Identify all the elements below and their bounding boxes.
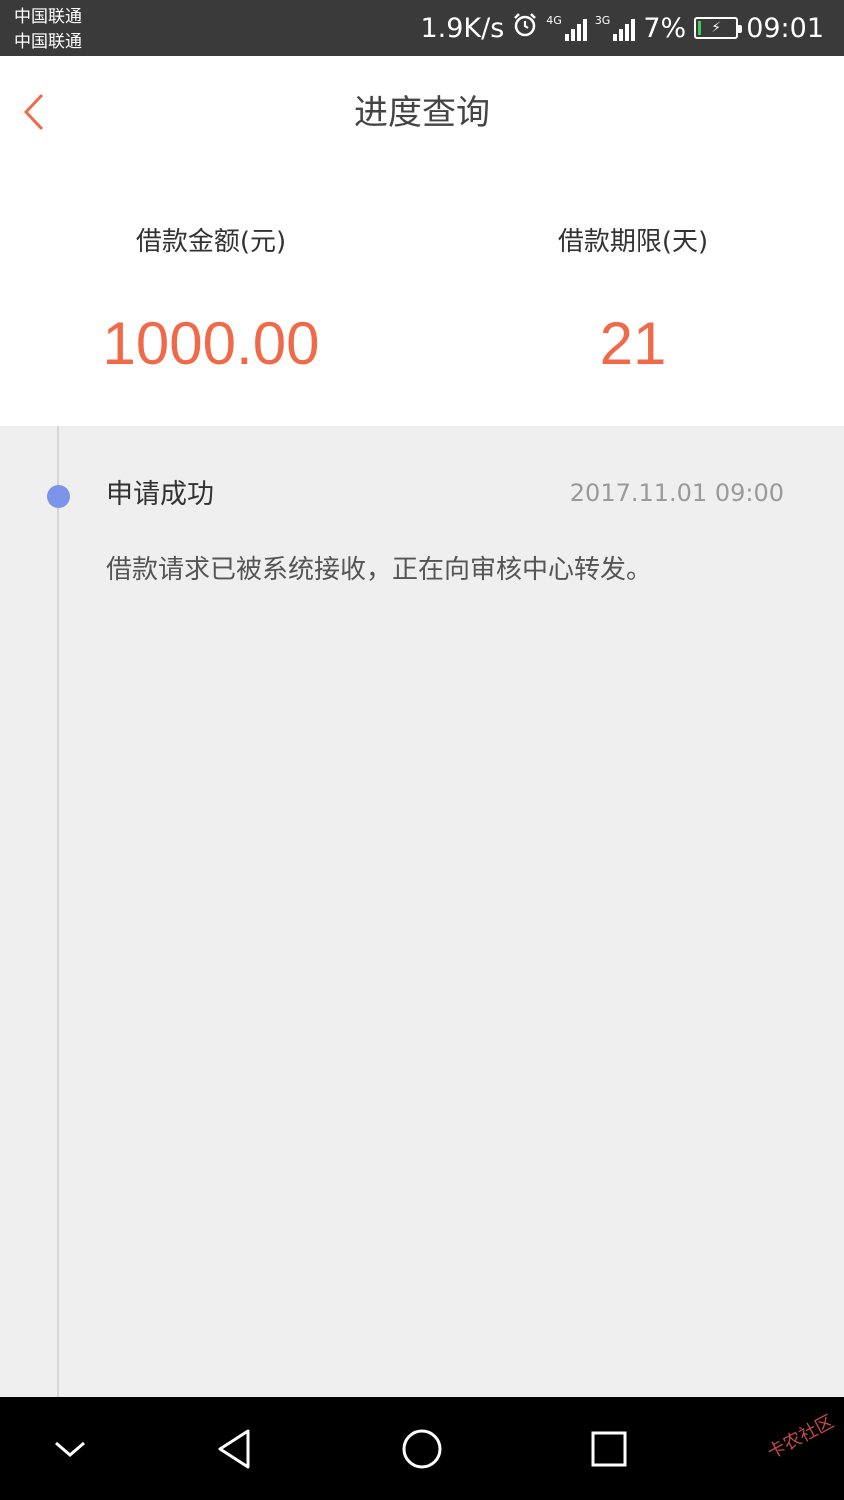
signal-3g-icon: 3G xyxy=(595,15,636,41)
carrier-info: 中国联通 中国联通 xyxy=(14,5,82,55)
loan-amount-block: 借款金额(元) 1000.00 xyxy=(0,224,422,380)
battery-percent: 7% xyxy=(643,12,687,44)
event-title: 申请成功 xyxy=(106,479,214,510)
status-bar: 中国联通 中国联通 1.9K/s 4G 3G 7% ⚡ 09:01 xyxy=(0,0,844,56)
nav-recents-button[interactable] xyxy=(579,1419,639,1479)
back-triangle-icon xyxy=(218,1429,250,1469)
recents-square-icon xyxy=(591,1431,627,1467)
home-circle-icon xyxy=(402,1429,442,1469)
nav-home-button[interactable] xyxy=(392,1419,452,1479)
timeline-dot xyxy=(47,485,70,508)
progress-timeline: 申请成功 2017.11.01 09:00 借款请求已被系统接收，正在向审核中心… xyxy=(0,426,844,1397)
signal-3g-label: 3G xyxy=(594,14,611,27)
carrier-name-2: 中国联通 xyxy=(14,32,82,52)
charging-bolt-icon: ⚡ xyxy=(711,20,722,36)
timeline-line xyxy=(57,426,59,1397)
status-icons: 1.9K/s 4G 3G 7% ⚡ 09:01 xyxy=(420,0,824,56)
loan-term-block: 借款期限(天) 21 xyxy=(422,224,844,380)
event-description: 借款请求已被系统接收，正在向审核中心转发。 xyxy=(106,555,653,585)
battery-charging-icon: ⚡ xyxy=(694,17,743,39)
alarm-icon xyxy=(512,12,538,45)
loan-summary-panel: 进度查询 借款金额(元) 1000.00 借款期限(天) 21 xyxy=(0,56,844,426)
system-nav-bar: 卡农社区 xyxy=(0,1397,844,1500)
net-speed: 1.9K/s xyxy=(420,12,505,44)
carrier-name-1: 中国联通 xyxy=(14,7,82,27)
loan-term-label: 借款期限(天) xyxy=(557,227,709,257)
event-time: 2017.11.01 09:00 xyxy=(569,479,784,507)
signal-4g-icon: 4G xyxy=(546,15,587,41)
signal-4g-label: 4G xyxy=(546,14,562,27)
collapse-icon xyxy=(55,1441,85,1457)
loan-amount-label: 借款金额(元) xyxy=(135,227,287,257)
loan-amount-value: 1000.00 xyxy=(102,310,320,377)
loan-term-value: 21 xyxy=(599,310,667,377)
nav-back-button[interactable] xyxy=(204,1419,264,1479)
clock-time: 09:01 xyxy=(746,12,824,44)
battery-fill xyxy=(698,21,702,35)
watermark: 卡农社区 xyxy=(763,1411,838,1464)
page-title: 进度查询 xyxy=(354,93,490,133)
collapse-nav-button[interactable] xyxy=(40,1419,100,1479)
